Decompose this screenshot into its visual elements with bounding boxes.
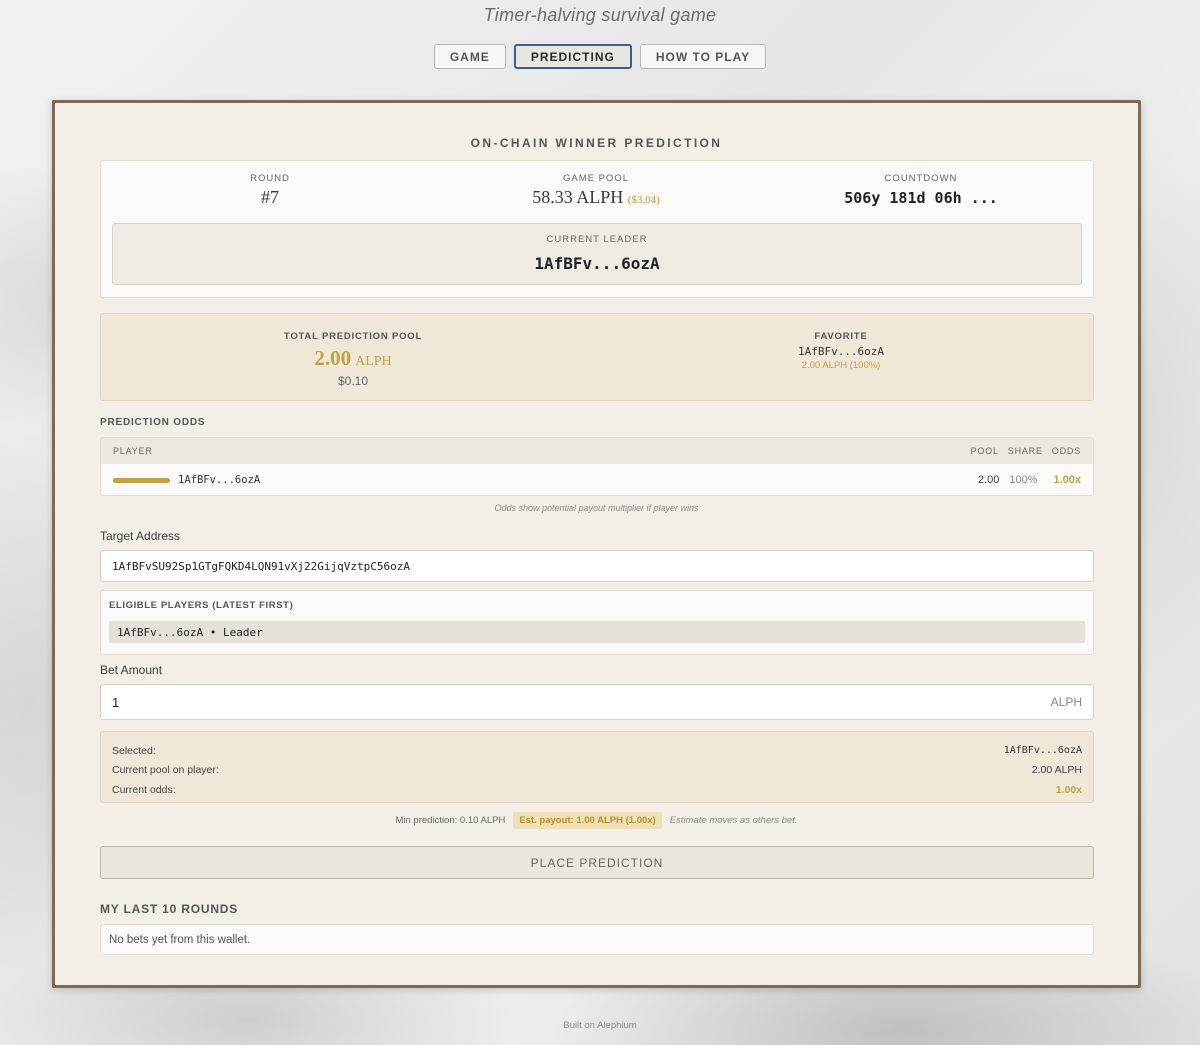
summary-row-selected: Selected: 1AfBFv...6ozA [112, 741, 1082, 761]
odds-row-odds: 1.00x [1053, 474, 1081, 486]
bet-amount-field: ALPH [100, 684, 1094, 720]
list-item[interactable]: 1AfBFv...6ozA • Leader [109, 621, 1085, 643]
favorite-detail: 2.00 ALPH (100%) [801, 360, 881, 371]
my-rounds-label: MY LAST 10 ROUNDS [100, 902, 239, 916]
prediction-odds-label: PREDICTION ODDS [100, 417, 206, 428]
min-prediction-line: Min prediction: 0.10 ALPH Est. payout: 1… [55, 812, 1138, 829]
total-pool-usd: $0.10 [337, 374, 369, 388]
target-address-input[interactable] [100, 550, 1094, 582]
current-leader-box: CURRENT LEADER 1AfBFv...6ozA [112, 223, 1082, 285]
summary-odds-value: 1.00x [1055, 783, 1082, 796]
game-pool-usd: ($3.04) [627, 194, 660, 206]
estimate-note: Estimate moves as others bet. [669, 815, 798, 826]
summary-row-pool: Current pool on player: 2.00 ALPH [112, 761, 1082, 781]
round-label: ROUND [250, 173, 290, 184]
favorite-stat: FAVORITE 1AfBFv...6ozA 2.00 ALPH (100%) [666, 331, 1016, 371]
total-pool-value: 2.00 ALPH [178, 346, 528, 371]
current-leader-label: CURRENT LEADER [546, 234, 648, 245]
total-pool-stat: TOTAL PREDICTION POOL 2.00 ALPH $0.10 [178, 331, 528, 388]
bet-amount-label: Bet Amount [100, 663, 163, 677]
countdown-value: 506y 181d 06h ... [844, 189, 998, 207]
round-stat: ROUND #7 [120, 173, 420, 208]
place-prediction-button[interactable]: PLACE PREDICTION [100, 846, 1094, 879]
round-value: #7 [261, 187, 279, 207]
prediction-panel: ON-CHAIN WINNER PREDICTION ROUND #7 GAME… [52, 100, 1141, 988]
odds-header-share: SHARE [1007, 446, 1043, 456]
odds-header-odds: ODDS [1051, 446, 1081, 456]
round-stats-card: ROUND #7 GAME POOL 58.33 ALPH ($3.04) CO… [100, 160, 1094, 298]
tab-how-to-play[interactable]: HOW TO PLAY [639, 44, 767, 69]
odds-note: Odds show potential payout multiplier if… [494, 503, 699, 513]
odds-row-pool: 2.00 [977, 474, 1000, 486]
odds-share-bar [113, 477, 170, 483]
bet-summary-box: Selected: 1AfBFv...6ozA Current pool on … [100, 731, 1094, 803]
summary-pool-label: Current pool on player: [112, 764, 219, 777]
table-row[interactable]: 1AfBFv...6ozA 2.00 100% 1.00x [101, 464, 1093, 495]
game-pool-value: 58.33 ALPH ($3.04) [446, 187, 746, 208]
summary-selected-label: Selected: [112, 744, 156, 757]
min-prediction-text: Min prediction: 0.10 ALPH [395, 815, 506, 826]
summary-pool-value: 2.00 ALPH [1031, 764, 1082, 777]
eligible-players-box: ELIGIBLE PLAYERS (LATEST FIRST) 1AfBFv..… [100, 590, 1094, 655]
tab-predicting[interactable]: PREDICTING [513, 44, 632, 69]
est-payout-badge: Est. payout: 1.00 ALPH (1.00x) [513, 812, 662, 829]
my-rounds-empty: No bets yet from this wallet. [109, 933, 251, 946]
my-rounds-box: No bets yet from this wallet. [100, 924, 1094, 955]
total-pool-unit: ALPH [355, 354, 392, 369]
panel-title: ON-CHAIN WINNER PREDICTION [470, 136, 723, 150]
prediction-pool-card: TOTAL PREDICTION POOL 2.00 ALPH $0.10 FA… [100, 313, 1094, 401]
favorite-label: FAVORITE [814, 331, 868, 342]
odds-table-header: PLAYER POOL SHARE ODDS [101, 438, 1093, 464]
odds-table: PLAYER POOL SHARE ODDS 1AfBFv...6ozA 2.0… [100, 437, 1094, 496]
summary-selected-value: 1AfBFv...6ozA [1003, 745, 1082, 757]
favorite-player: 1AfBFv...6ozA [797, 345, 885, 358]
summary-row-odds: Current odds: 1.00x [112, 780, 1082, 800]
bet-amount-input[interactable] [101, 685, 1001, 719]
game-pool-label: GAME POOL [562, 173, 629, 184]
target-address-label: Target Address [100, 529, 181, 543]
odds-row-player: 1AfBFv...6ozA [178, 474, 261, 486]
main-nav: GAME PREDICTING HOW TO PLAY [0, 44, 1200, 69]
summary-odds-label: Current odds: [112, 783, 176, 796]
footer-credit: Built on Alephium [563, 1020, 637, 1031]
odds-header-player: PLAYER [113, 446, 153, 456]
countdown-stat: COUNTDOWN 506y 181d 06h ... [771, 173, 1071, 207]
game-pool-amount: 58.33 ALPH [532, 187, 624, 207]
tab-game[interactable]: GAME [433, 44, 506, 69]
odds-header-pool: POOL [970, 446, 999, 456]
game-pool-stat: GAME POOL 58.33 ALPH ($3.04) [446, 173, 746, 208]
odds-row-share: 100% [1009, 474, 1038, 486]
countdown-label: COUNTDOWN [884, 173, 958, 184]
total-pool-amount: 2.00 [314, 346, 352, 370]
eligible-players-label: ELIGIBLE PLAYERS (LATEST FIRST) [109, 600, 294, 611]
current-leader-value: 1AfBFv...6ozA [534, 254, 660, 273]
page-subtitle: Timer-halving survival game [483, 5, 717, 25]
total-pool-label: TOTAL PREDICTION POOL [283, 331, 423, 342]
bet-amount-unit: ALPH [1050, 695, 1082, 709]
